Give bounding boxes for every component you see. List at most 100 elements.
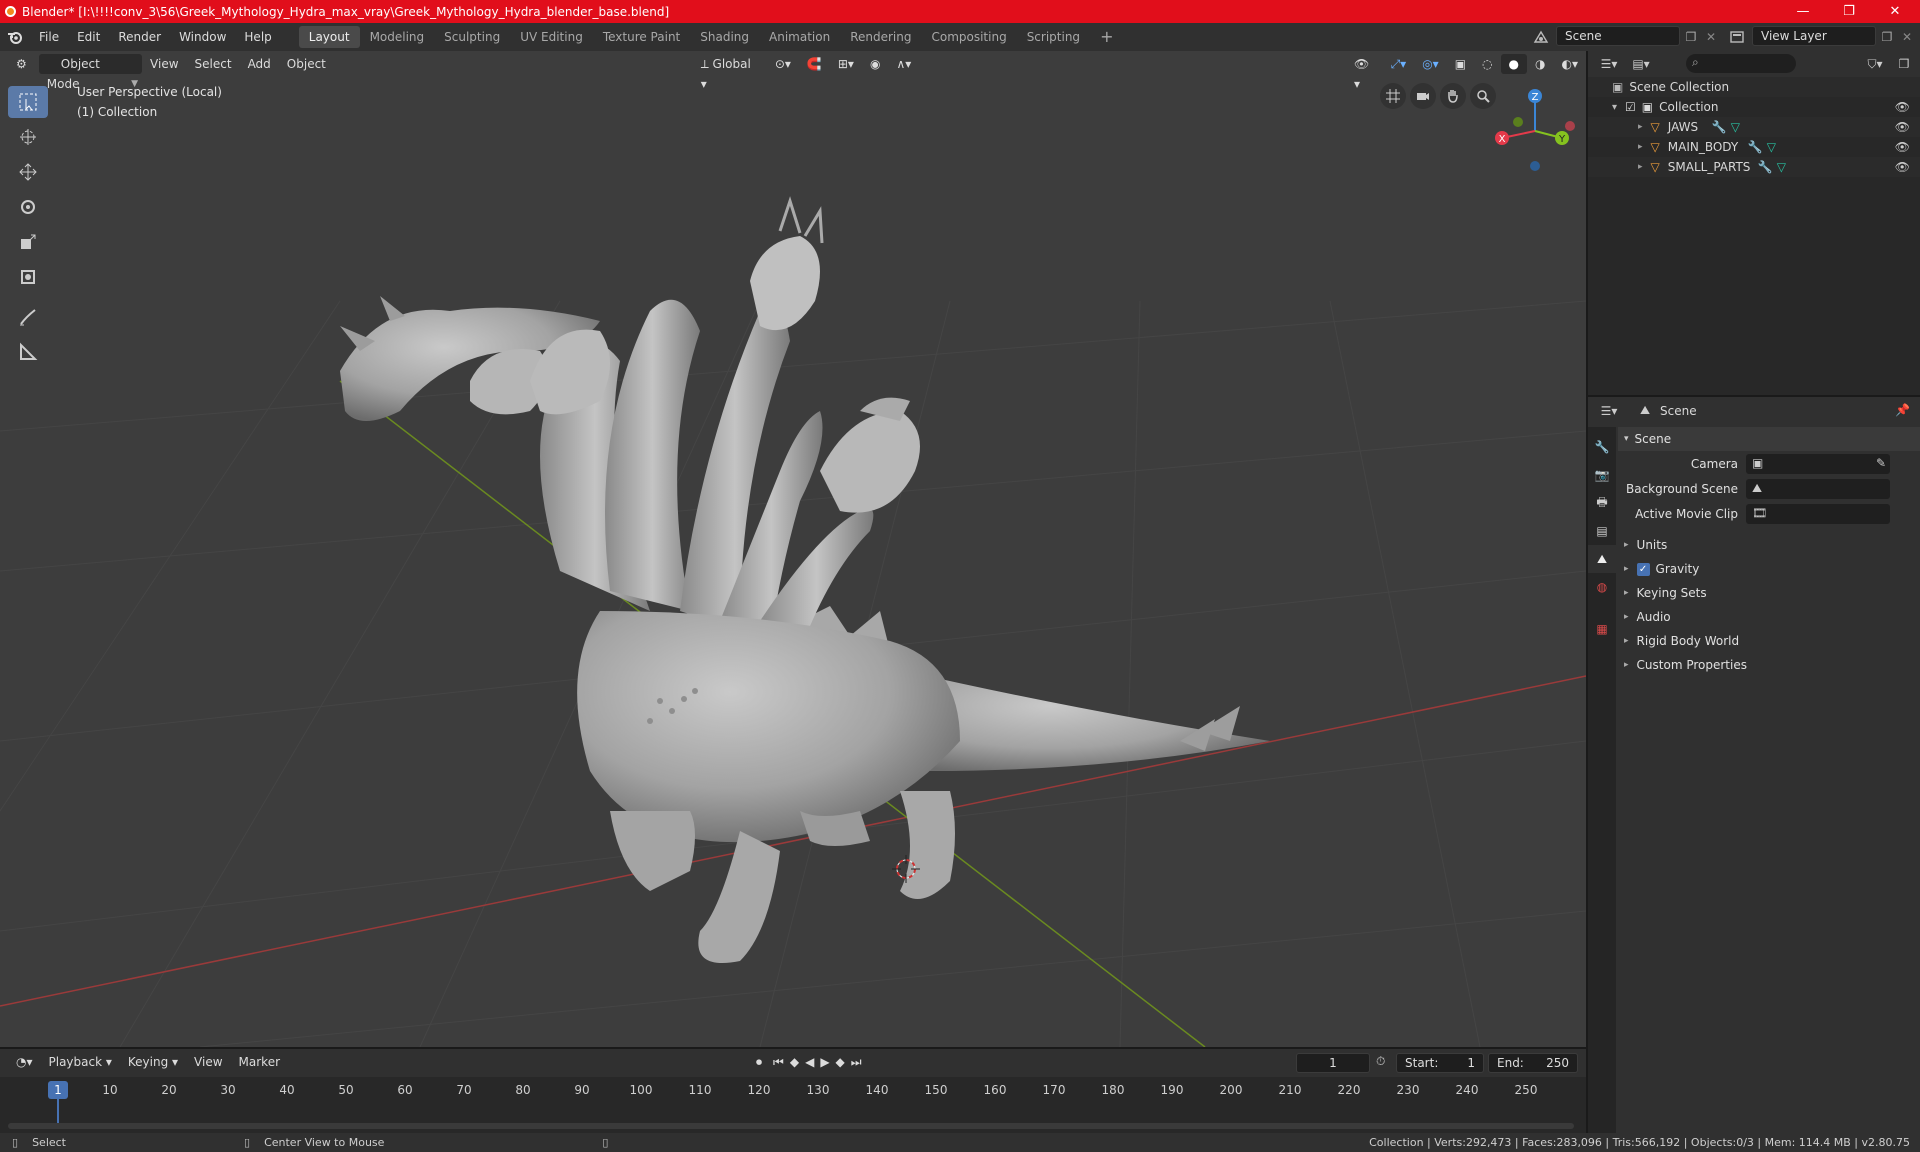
view-layer-field[interactable]: View Layer [1752, 26, 1876, 46]
texture-tab-icon[interactable]: ▦ [1588, 615, 1616, 643]
transform-tool[interactable] [8, 261, 48, 293]
modifier-wrench-icon[interactable]: 🔧 [1712, 120, 1727, 134]
menu-playback[interactable]: Playback ▾ [41, 1052, 120, 1072]
active-movie-clip-field[interactable]: 🎞 [1746, 504, 1890, 524]
close-button[interactable]: ✕ [1872, 0, 1918, 23]
toggle-grid-view-icon[interactable] [1380, 83, 1406, 109]
transform-orientation-dropdown[interactable]: ⟂ Global ▾ [693, 54, 767, 91]
render-tab-icon[interactable]: 📷 [1588, 461, 1616, 489]
blender-menu-icon[interactable] [0, 30, 30, 44]
tab-texture-paint[interactable]: Texture Paint [593, 26, 690, 48]
modifier-wrench-icon[interactable]: 🔧 [1758, 160, 1773, 174]
jump-start-icon[interactable]: ⏮ [770, 1052, 787, 1072]
menu-file[interactable]: File [30, 26, 68, 48]
outliner-row-scene-collection[interactable]: ▣ Scene Collection [1588, 77, 1920, 97]
cursor-tool[interactable] [8, 121, 48, 153]
jump-end-icon[interactable]: ⏭ [848, 1052, 865, 1072]
proportional-editing-icon[interactable]: ◉ [862, 54, 888, 74]
shading-material-icon[interactable]: ◑ [1527, 54, 1553, 74]
world-tab-icon[interactable]: ◍ [1588, 573, 1616, 601]
area-separator[interactable] [1586, 51, 1588, 1133]
menu-edit[interactable]: Edit [68, 26, 109, 48]
expand-arrow-icon[interactable]: ▸ [1638, 142, 1643, 152]
timeline-scrollbar[interactable] [8, 1123, 1574, 1129]
output-tab-icon[interactable]: 🖶 [1588, 489, 1616, 517]
tab-rendering[interactable]: Rendering [840, 26, 921, 48]
overlays-icon[interactable]: ◎▾ [1414, 54, 1447, 74]
tab-layout[interactable]: Layout [298, 26, 360, 48]
stopwatch-icon[interactable]: ⏱ [1376, 1054, 1385, 1069]
expand-arrow-icon[interactable]: ▸ [1638, 122, 1643, 132]
outliner-row-collection[interactable]: ▾ ☑ ▣ Collection 👁 [1588, 97, 1920, 117]
menu-window[interactable]: Window [170, 26, 235, 48]
tab-sculpting[interactable]: Sculpting [434, 26, 510, 48]
outliner-row-jaws[interactable]: ▸ ▽ JAWS 🔧 ▽ 👁 [1588, 117, 1920, 137]
mesh-data-icon[interactable]: ▽ [1731, 120, 1740, 134]
zoom-view-icon[interactable] [1470, 83, 1496, 109]
view-layer-tab-icon[interactable]: ▤ [1588, 517, 1616, 545]
rotate-tool[interactable] [8, 191, 48, 223]
menu-select[interactable]: Select [187, 54, 240, 74]
scene-field[interactable]: Scene [1556, 26, 1680, 46]
menu-object[interactable]: Object [279, 54, 334, 74]
snap-settings-icon[interactable]: ⊞▾ [830, 54, 862, 74]
tab-modeling[interactable]: Modeling [360, 26, 435, 48]
scene-tab-icon[interactable]: ⛰ [1588, 545, 1616, 573]
area-separator[interactable] [1588, 395, 1920, 397]
modifier-wrench-icon[interactable]: 🔧 [1748, 140, 1763, 154]
navigation-gizmo[interactable]: Z X Y [1490, 86, 1580, 176]
new-scene-icon[interactable]: ❐ [1680, 28, 1702, 46]
gravity-checkbox[interactable]: ✓ [1636, 562, 1650, 576]
tab-shading[interactable]: Shading [690, 26, 759, 48]
collapse-arrow-icon[interactable]: ▾ [1612, 102, 1617, 113]
tab-animation[interactable]: Animation [759, 26, 840, 48]
filter-icon[interactable]: ⛉▾ [1862, 55, 1888, 73]
tab-compositing[interactable]: Compositing [921, 26, 1016, 48]
delete-view-layer-icon[interactable]: ✕ [1898, 28, 1916, 46]
outliner-row-main-body[interactable]: ▸ ▽ MAIN_BODY 🔧 ▽ 👁 [1588, 137, 1920, 157]
next-keyframe-icon[interactable]: ◆ [833, 1052, 848, 1072]
tab-scripting[interactable]: Scripting [1017, 26, 1090, 48]
menu-help[interactable]: Help [235, 26, 280, 48]
new-collection-icon[interactable]: ❐ [1894, 55, 1914, 73]
falloff-icon[interactable]: ∧▾ [888, 54, 919, 74]
view-layer-icon[interactable] [1724, 28, 1750, 46]
measure-tool[interactable] [8, 336, 48, 368]
object-mode-dropdown[interactable]: Object Mode ▼ [38, 54, 143, 91]
pivot-point-icon[interactable]: ⊙▾ [767, 54, 799, 74]
display-mode-icon[interactable]: ▤▾ [1628, 55, 1654, 73]
tool-tab-icon[interactable]: 🔧 [1588, 433, 1616, 461]
menu-timeline-view[interactable]: View [186, 1052, 230, 1072]
mesh-data-icon[interactable]: ▽ [1767, 140, 1776, 154]
properties-editor-type-icon[interactable]: ☰▾ [1596, 402, 1622, 420]
menu-view[interactable]: View [142, 54, 186, 74]
move-tool[interactable] [8, 156, 48, 188]
units-panel-header[interactable]: ▸ Units [1618, 534, 1920, 556]
eye-icon[interactable]: 👁 [1895, 120, 1910, 134]
current-frame-field[interactable]: 1 [1296, 1053, 1370, 1073]
scale-tool[interactable] [8, 226, 48, 258]
background-scene-field[interactable]: ⛰ [1746, 479, 1890, 499]
keying-sets-panel-header[interactable]: ▸ Keying Sets [1618, 582, 1920, 604]
menu-add[interactable]: Add [240, 54, 279, 74]
add-workspace-button[interactable]: + [1090, 26, 1123, 48]
timeline-editor-type-icon[interactable]: ◔▾ [8, 1052, 41, 1072]
rigid-body-world-panel-header[interactable]: ▸ Rigid Body World [1618, 630, 1920, 652]
menu-keying[interactable]: Keying ▾ [120, 1052, 186, 1072]
shading-wireframe-icon[interactable]: ◌ [1474, 54, 1500, 74]
editor-type-icon[interactable]: ⚙ [8, 54, 35, 74]
gravity-panel-header[interactable]: ▸ ✓ Gravity [1618, 558, 1920, 580]
3d-viewport[interactable]: ⚙ Object Mode ▼ View Select Add Object ⟂… [0, 51, 1586, 1047]
visibility-icon[interactable]: 👁▾ [1346, 54, 1383, 91]
annotate-tool[interactable] [8, 301, 48, 333]
eye-icon[interactable]: 👁 [1895, 140, 1910, 154]
custom-properties-panel-header[interactable]: ▸ Custom Properties [1618, 654, 1920, 676]
audio-panel-header[interactable]: ▸ Audio [1618, 606, 1920, 628]
mesh-data-icon[interactable]: ▽ [1777, 160, 1786, 174]
pan-view-icon[interactable] [1440, 83, 1466, 109]
collection-checkbox-icon[interactable]: ☑ [1625, 100, 1636, 114]
gizmo-toggle-icon[interactable]: ⤢▾ [1383, 54, 1415, 74]
snap-icon[interactable]: 🧲 [799, 54, 830, 74]
xray-icon[interactable]: ▣ [1447, 54, 1474, 74]
timeline-ruler[interactable]: 1 10 20 30 40 50 60 70 80 90 100 110 120 130 140 150 160… [0, 1077, 1586, 1133]
